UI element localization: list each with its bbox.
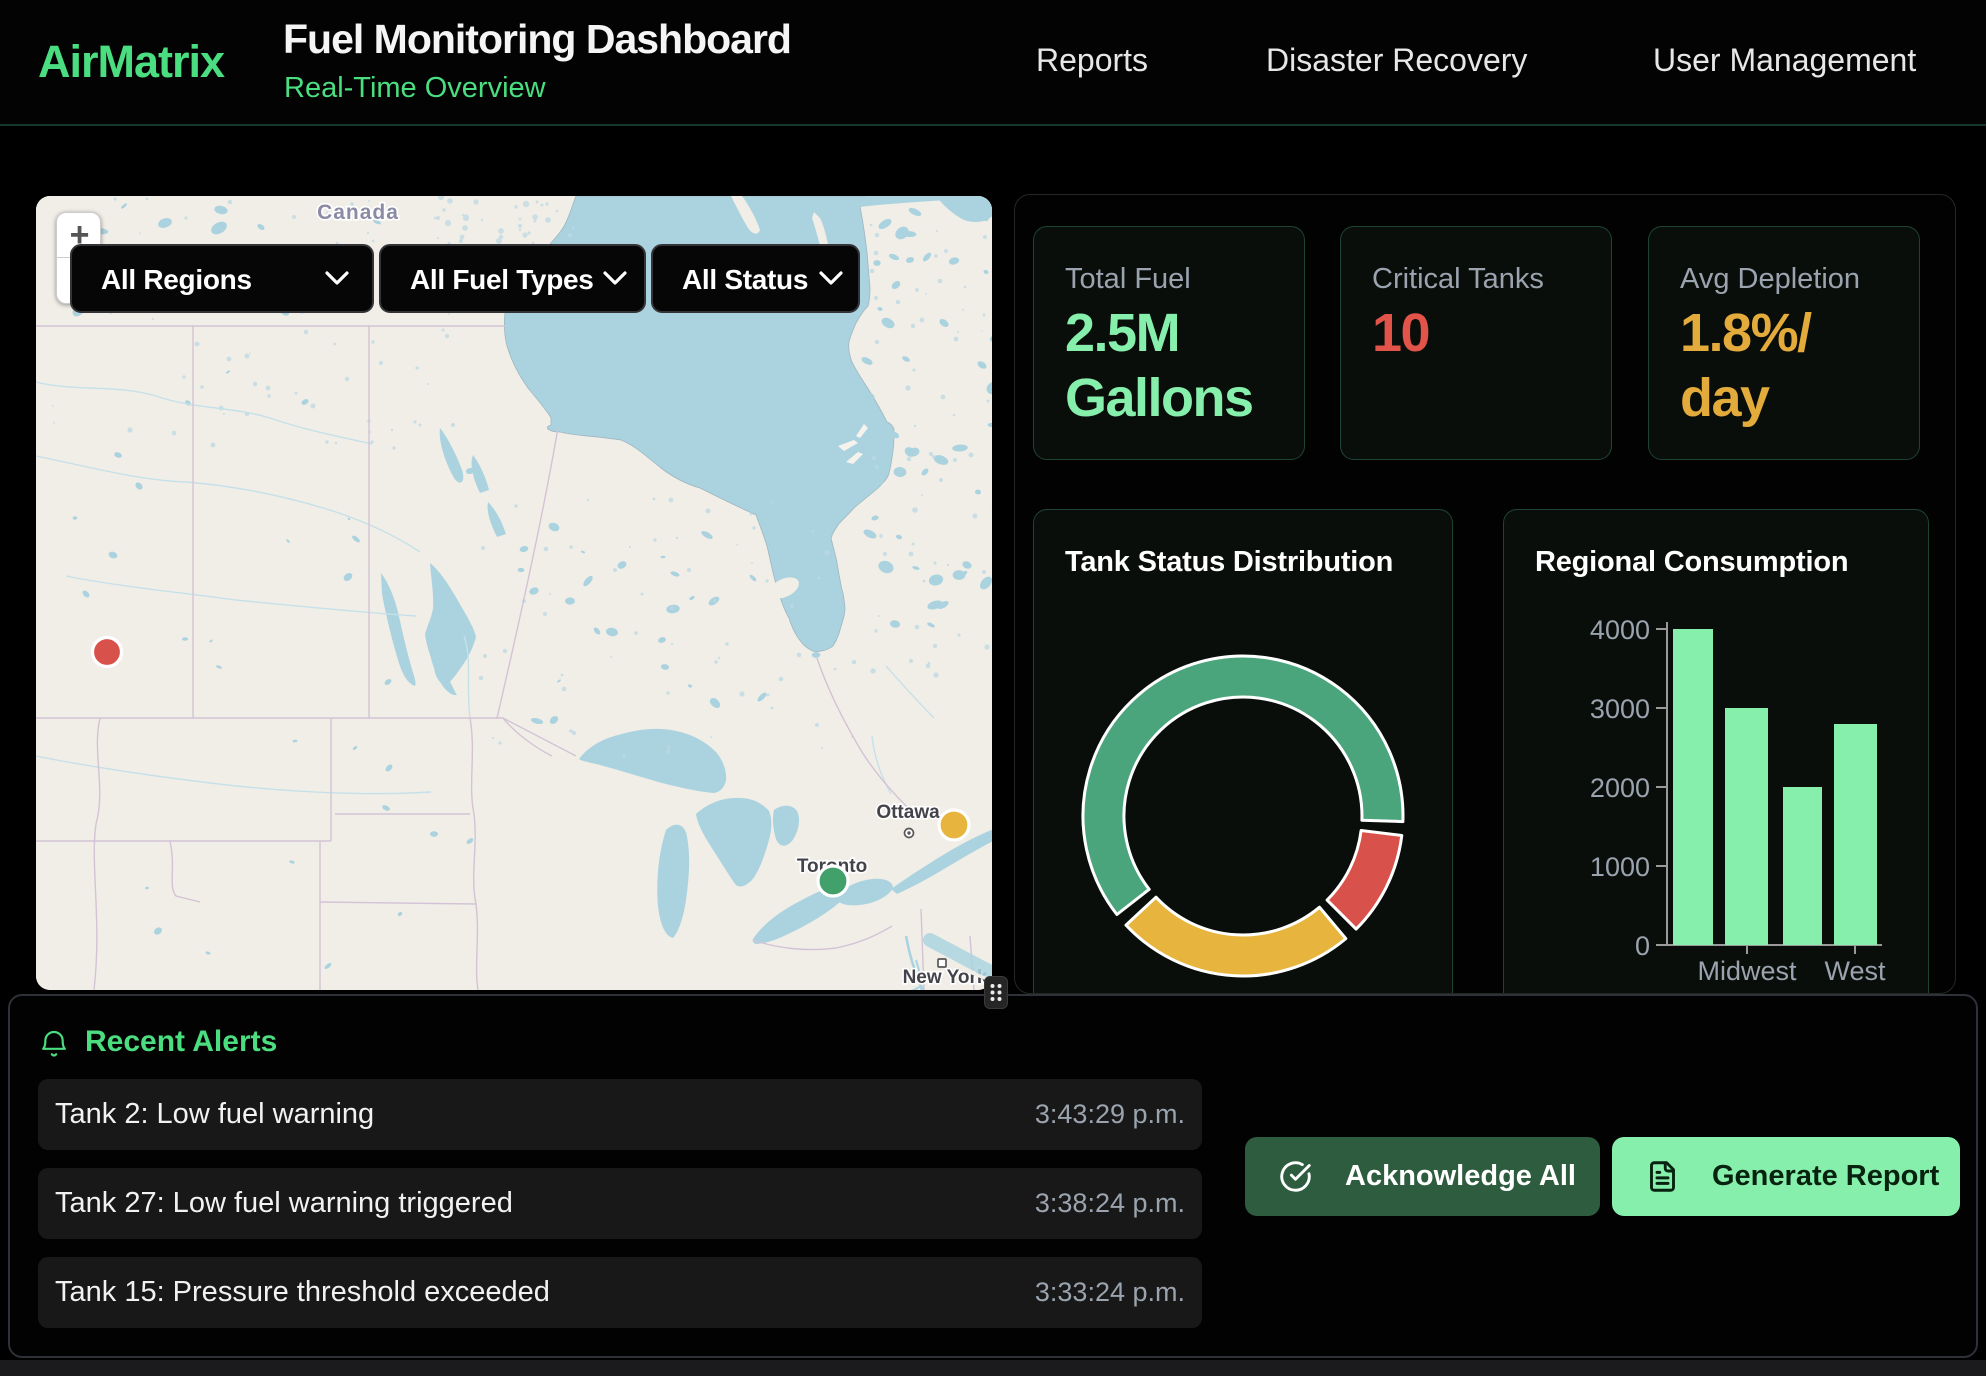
svg-text:3000: 3000 xyxy=(1590,694,1650,724)
svg-text:Ottawa: Ottawa xyxy=(876,802,940,823)
svg-text:Canada: Canada xyxy=(317,201,399,224)
svg-text:4000: 4000 xyxy=(1590,615,1650,645)
svg-text:0: 0 xyxy=(1635,931,1650,961)
svg-text:Midwest: Midwest xyxy=(1697,956,1797,986)
svg-text:1000: 1000 xyxy=(1590,852,1650,882)
svg-text:2000: 2000 xyxy=(1590,773,1650,803)
svg-text:West: West xyxy=(1824,956,1886,986)
